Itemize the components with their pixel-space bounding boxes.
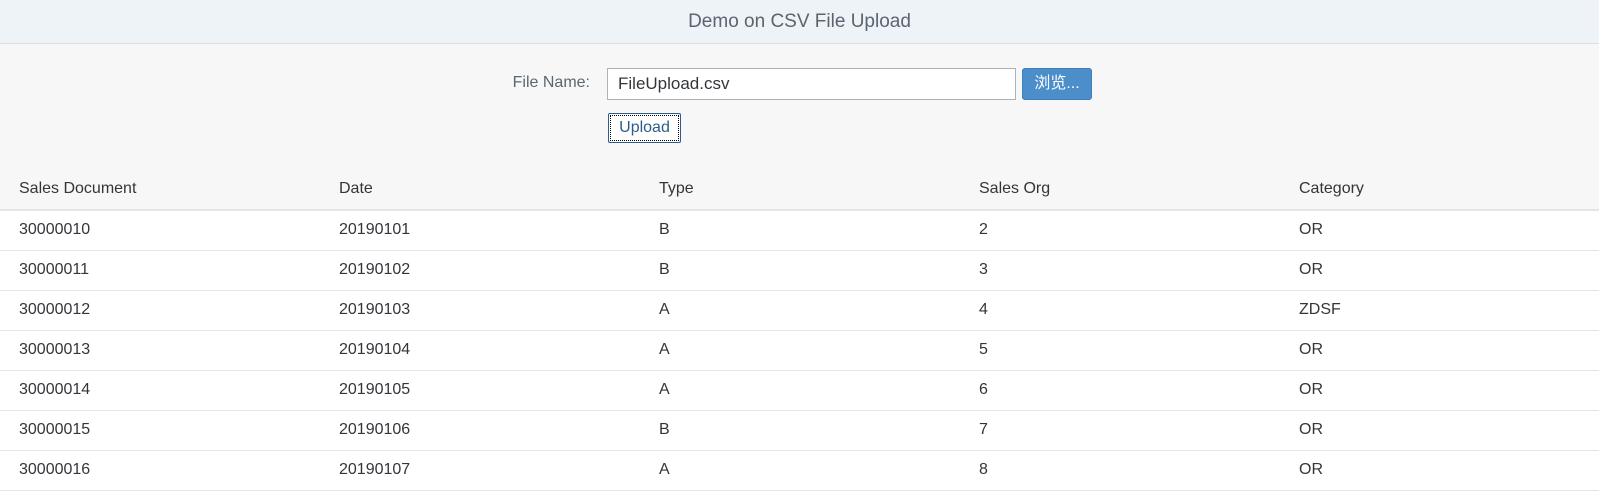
cell-date: 20190101 [320,210,640,251]
column-header-sales-document[interactable]: Sales Document [0,168,320,211]
table-row[interactable]: 30000013 20190104 A 5 OR [0,330,1599,371]
cell-category: OR [1280,410,1599,451]
upload-form: File Name: FileUpload.csv 浏览... Upload [0,44,1599,168]
cell-category: OR [1280,210,1599,251]
table-row[interactable]: 30000016 20190107 A 8 OR [0,450,1599,491]
cell-date: 20190105 [320,370,640,411]
cell-type: B [640,410,960,451]
cell-sales-document: 30000010 [0,210,320,251]
cell-type: B [640,250,960,291]
cell-type: B [640,210,960,251]
cell-category: ZDSF [1280,290,1599,331]
column-header-date[interactable]: Date [320,168,640,211]
cell-sales-org: 4 [960,290,1280,331]
cell-sales-document: 30000013 [0,330,320,371]
cell-sales-document: 30000012 [0,290,320,331]
cell-sales-org: 2 [960,210,1280,251]
sales-table: Sales Document Date Type Sales Org Categ… [0,168,1599,491]
cell-date: 20190106 [320,410,640,451]
cell-date: 20190107 [320,450,640,491]
cell-date: 20190102 [320,250,640,291]
cell-sales-org: 5 [960,330,1280,371]
table-row[interactable]: 30000014 20190105 A 6 OR [0,370,1599,411]
cell-category: OR [1280,330,1599,371]
table-row[interactable]: 30000012 20190103 A 4 ZDSF [0,290,1599,331]
page: Demo on CSV File Upload File Name: FileU… [0,0,1599,500]
cell-category: OR [1280,450,1599,491]
cell-type: A [640,370,960,411]
column-header-category[interactable]: Category [1280,168,1599,211]
cell-category: OR [1280,370,1599,411]
upload-button[interactable]: Upload [608,113,681,143]
cell-sales-org: 3 [960,250,1280,291]
cell-sales-org: 6 [960,370,1280,411]
file-name-label: File Name: [512,74,590,91]
cell-sales-org: 7 [960,410,1280,451]
table-row[interactable]: 30000011 20190102 B 3 OR [0,250,1599,291]
cell-sales-org: 8 [960,450,1280,491]
cell-category: OR [1280,250,1599,291]
file-name-field[interactable]: FileUpload.csv [607,68,1016,100]
table-row[interactable]: 30000015 20190106 B 7 OR [0,410,1599,451]
app-header: Demo on CSV File Upload [0,0,1599,44]
table-row[interactable]: 30000010 20190101 B 2 OR [0,210,1599,251]
cell-type: A [640,330,960,371]
cell-type: A [640,290,960,331]
cell-sales-document: 30000015 [0,410,320,451]
cell-date: 20190103 [320,290,640,331]
browse-button[interactable]: 浏览... [1022,68,1092,100]
cell-sales-document: 30000016 [0,450,320,491]
column-header-type[interactable]: Type [640,168,960,211]
cell-date: 20190104 [320,330,640,371]
page-title: Demo on CSV File Upload [688,10,911,32]
table-header-row: Sales Document Date Type Sales Org Categ… [0,168,1599,211]
cell-sales-document: 30000014 [0,370,320,411]
cell-sales-document: 30000011 [0,250,320,291]
cell-type: A [640,450,960,491]
column-header-sales-org[interactable]: Sales Org [960,168,1280,211]
